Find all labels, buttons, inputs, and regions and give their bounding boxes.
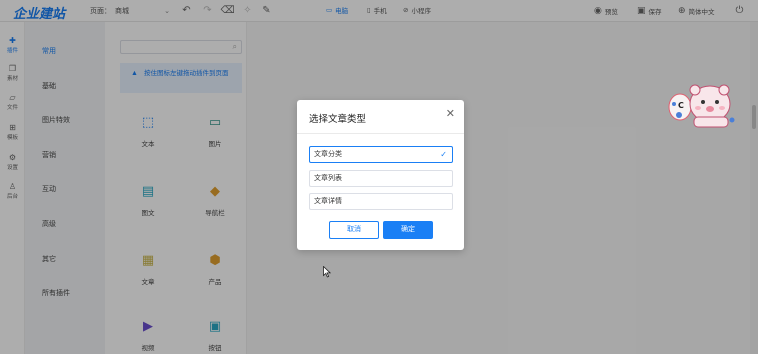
option-article-category[interactable]: 文章分类 ✓ <box>309 146 453 163</box>
option-article-list[interactable]: 文章列表 <box>309 170 453 187</box>
select-article-type-dialog: 选择文章类型 ✕ 文章分类 ✓ 文章列表 文章详情 取消 确定 <box>297 100 464 250</box>
close-icon[interactable]: ✕ <box>446 109 455 120</box>
confirm-button[interactable]: 确定 <box>383 221 433 239</box>
cancel-button[interactable]: 取消 <box>329 221 379 239</box>
dialog-divider <box>297 133 464 134</box>
option-article-detail[interactable]: 文章详情 <box>309 193 453 210</box>
svg-text:C: C <box>678 101 684 110</box>
dialog-title: 选择文章类型 <box>309 114 367 125</box>
mascot-icon[interactable]: C <box>666 82 736 132</box>
check-icon: ✓ <box>440 150 447 159</box>
option-label: 文章详情 <box>314 198 342 205</box>
option-label: 文章列表 <box>314 175 342 182</box>
cursor-icon <box>323 266 331 278</box>
option-label: 文章分类 <box>314 151 342 158</box>
